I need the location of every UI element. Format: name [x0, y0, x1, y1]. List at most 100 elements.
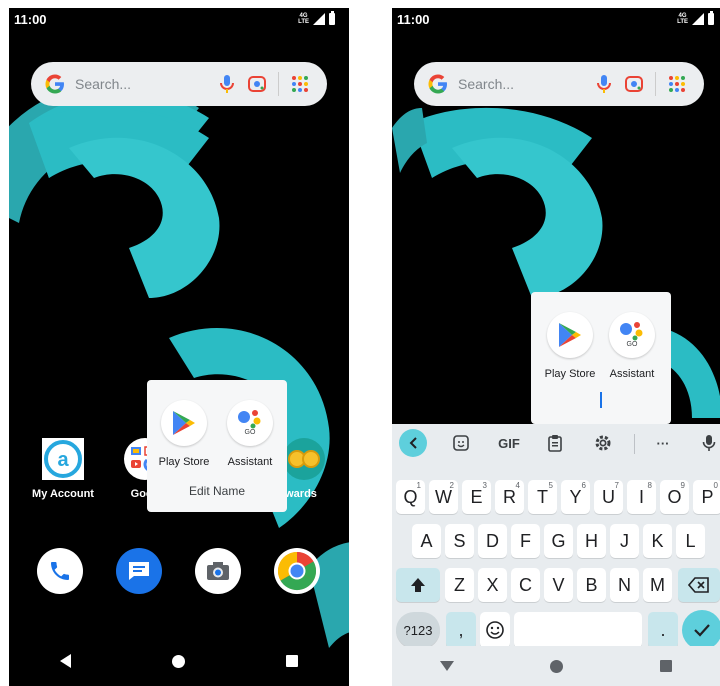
- emoji-key[interactable]: [480, 612, 510, 648]
- hide-keyboard-icon[interactable]: [440, 661, 455, 671]
- dock-chrome[interactable]: [274, 548, 320, 594]
- lte-icon: 4G LTE: [677, 13, 688, 25]
- key-s[interactable]: S: [445, 524, 474, 558]
- clipboard-icon[interactable]: [542, 430, 568, 456]
- folder-app-label: Play Store: [158, 456, 210, 468]
- shift-key[interactable]: [396, 568, 440, 602]
- back-icon[interactable]: [59, 654, 71, 668]
- navigation-bar: [9, 636, 349, 686]
- period-key[interactable]: .: [648, 612, 678, 648]
- key-hint: 6: [581, 481, 586, 490]
- key-label: U: [602, 486, 615, 507]
- home-icon[interactable]: [550, 659, 564, 673]
- dock-camera[interactable]: [195, 548, 241, 594]
- checkmark-icon: [694, 624, 710, 637]
- key-v[interactable]: V: [544, 568, 573, 602]
- space-key[interactable]: [514, 612, 642, 648]
- key-d[interactable]: D: [478, 524, 507, 558]
- apps-grid-icon[interactable]: [662, 69, 692, 99]
- status-bar: 11:00 4G LTE: [9, 8, 349, 32]
- keyboard-toolbar: GIF ···: [392, 424, 720, 462]
- key-label: I: [638, 486, 644, 507]
- key-label: Y: [569, 486, 582, 507]
- recents-icon[interactable]: [286, 655, 299, 667]
- app-my-account[interactable]: a My Account: [25, 438, 101, 500]
- key-o[interactable]: O9: [660, 480, 689, 514]
- comma-key[interactable]: ,: [446, 612, 476, 648]
- key-f[interactable]: F: [511, 524, 540, 558]
- dock-messages[interactable]: [116, 548, 162, 594]
- folder-name-input-cursor[interactable]: [600, 392, 602, 408]
- symbols-key[interactable]: ?123: [396, 612, 440, 648]
- enter-key[interactable]: [682, 610, 720, 650]
- lens-icon[interactable]: [619, 69, 649, 99]
- key-p[interactable]: P0: [693, 480, 720, 514]
- key-h[interactable]: H: [577, 524, 606, 558]
- backspace-key[interactable]: [678, 568, 720, 602]
- key-hint: 5: [548, 481, 553, 490]
- back-chevron-icon[interactable]: [399, 429, 427, 457]
- key-m[interactable]: M: [643, 568, 672, 602]
- gif-button[interactable]: GIF: [492, 430, 526, 456]
- key-k[interactable]: K: [643, 524, 672, 558]
- mic-icon[interactable]: [589, 69, 619, 99]
- key-hint: 7: [614, 481, 619, 490]
- key-label: Q: [403, 486, 418, 507]
- folder-popup: Play Store GO Assistant Edit Name: [147, 380, 287, 512]
- recents-icon[interactable]: [659, 660, 672, 672]
- key-w[interactable]: W2: [429, 480, 458, 514]
- rewards-icon: [283, 438, 325, 480]
- messages-icon: [129, 562, 149, 580]
- home-icon[interactable]: [171, 654, 185, 668]
- folder-name-field[interactable]: Edit Name: [147, 484, 287, 498]
- key-x[interactable]: X: [478, 568, 507, 602]
- home-screen-left: 11:00 4G LTE Search... a My Account Goog…: [9, 8, 349, 686]
- key-r[interactable]: R4: [495, 480, 524, 514]
- key-hint: 8: [647, 481, 652, 490]
- folder-app-assistant[interactable]: GO Assistant: [215, 400, 285, 470]
- key-c[interactable]: C: [511, 568, 540, 602]
- key-b[interactable]: B: [577, 568, 606, 602]
- lens-icon[interactable]: [242, 69, 272, 99]
- mic-icon[interactable]: [212, 69, 242, 99]
- status-icons: 4G LTE: [677, 11, 714, 25]
- search-divider: [655, 72, 656, 96]
- chrome-icon: [277, 551, 317, 591]
- folder-app-play-store[interactable]: Play Store: [535, 312, 605, 382]
- app-label: My Account: [32, 488, 94, 500]
- key-g[interactable]: G: [544, 524, 573, 558]
- backspace-icon: [688, 577, 709, 593]
- key-i[interactable]: I8: [627, 480, 656, 514]
- apps-grid-icon[interactable]: [285, 69, 315, 99]
- key-q[interactable]: Q1: [396, 480, 425, 514]
- key-z[interactable]: Z: [445, 568, 474, 602]
- key-l[interactable]: L: [676, 524, 705, 558]
- key-label: O: [667, 486, 682, 507]
- key-j[interactable]: J: [610, 524, 639, 558]
- sticker-icon[interactable]: [448, 430, 474, 456]
- settings-icon[interactable]: [590, 430, 616, 456]
- key-hint: 2: [449, 481, 454, 490]
- status-time: 11:00: [397, 12, 430, 27]
- more-icon[interactable]: ···: [650, 430, 676, 456]
- key-label: P: [701, 486, 714, 507]
- key-t[interactable]: T5: [528, 480, 557, 514]
- key-u[interactable]: U7: [594, 480, 623, 514]
- search-bar[interactable]: Search...: [414, 62, 704, 106]
- mic-icon[interactable]: [696, 430, 720, 456]
- navigation-bar: [392, 646, 720, 686]
- folder-app-assistant[interactable]: GO Assistant: [597, 312, 667, 382]
- folder-app-label: Play Store: [544, 368, 596, 380]
- key-e[interactable]: E3: [462, 480, 491, 514]
- battery-icon: [708, 11, 714, 25]
- folder-app-play-store[interactable]: Play Store: [149, 400, 219, 470]
- key-y[interactable]: Y6: [561, 480, 590, 514]
- search-placeholder: Search...: [75, 76, 132, 92]
- key-a[interactable]: A: [412, 524, 441, 558]
- soft-keyboard: GIF ··· Q1W2E3R4T5Y6U7I8O9P0 ASDFGHJKL Z…: [392, 424, 720, 686]
- search-bar[interactable]: Search...: [31, 62, 327, 106]
- home-screen-right: 11:00 4G LTE Search... Play Store GO Ass…: [392, 8, 720, 686]
- lte-icon: 4G LTE: [298, 13, 309, 25]
- dock-phone[interactable]: [37, 548, 83, 594]
- key-n[interactable]: N: [610, 568, 639, 602]
